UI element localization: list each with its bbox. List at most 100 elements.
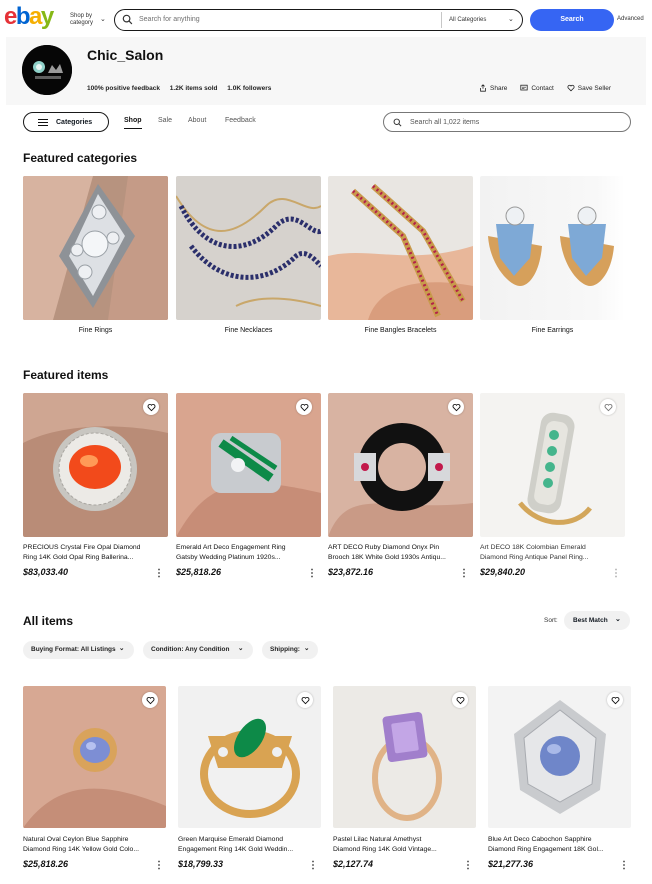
store-search-input[interactable]: Search all 1,022 items [410,119,479,126]
item-image [23,686,166,828]
item-card[interactable]: Green Marquise Emerald Diamond Engagemen… [178,686,321,876]
item-title[interactable]: Green Marquise Emerald Diamond Engagemen… [178,835,323,857]
featured-categories-title: Featured categories [23,151,138,165]
filter-buying-format[interactable]: Buying Format: All Listings ⌄ [23,641,134,659]
item-image [333,686,476,828]
category-select[interactable]: All Categories [449,17,486,23]
search-icon [122,14,133,25]
heart-icon [452,403,460,411]
more-options-icon[interactable]: ⋮ [306,569,318,579]
feedback-stat[interactable]: 100% positive feedback [87,85,160,92]
followers-stat: 1.0K followers [227,85,272,92]
sort-dropdown[interactable]: Best Match ⌄ [564,611,630,630]
watch-button[interactable] [143,399,159,415]
seller-header: Chic_Salon 100% positive feedback 1.2K i… [6,37,646,105]
watch-button[interactable] [297,692,313,708]
item-title[interactable]: Natural Oval Ceylon Blue Sapphire Diamon… [23,835,168,857]
filter-shipping[interactable]: Shipping: ⌄ [262,641,318,659]
heart-icon [456,696,464,704]
tab-about[interactable]: About [188,117,206,124]
advanced-search-link[interactable]: Advanced [617,16,644,22]
shop-by-category-button[interactable]: Shop by category ⌄ [70,13,106,27]
item-title[interactable]: Blue Art Deco Cabochon Sapphire Diamond … [488,835,633,857]
chevron-down-icon: ⌄ [100,16,106,23]
search-bar: Search for anything All Categories ⌄ [114,9,523,31]
item-card[interactable]: Art DECO 18K Colombian Emerald Diamond R… [480,393,625,583]
item-card[interactable]: Blue Art Deco Cabochon Sapphire Diamond … [488,686,631,876]
category-card[interactable]: Fine Earrings [480,176,625,338]
category-label: Fine Bangles Bracelets [364,327,437,334]
save-seller-button[interactable]: Save Seller [567,84,611,92]
category-card[interactable]: Fine Rings [23,176,168,338]
category-image [328,176,473,320]
heart-icon [611,696,619,704]
sort-label: Sort: [544,617,558,624]
seller-avatar [22,45,72,95]
more-options-icon[interactable]: ⋮ [618,861,630,871]
item-title[interactable]: Pastel Lilac Natural Amethyst Diamond Ri… [333,835,478,857]
items-sold-stat: 1.2K items sold [169,85,218,92]
item-image [480,393,625,537]
heart-icon [146,696,154,704]
category-card[interactable]: Fine Bangles Bracelets [328,176,473,338]
watch-button[interactable] [607,692,623,708]
item-card[interactable]: Natural Oval Ceylon Blue Sapphire Diamon… [23,686,166,876]
store-search[interactable]: Search all 1,022 items [383,112,631,132]
item-price: $29,840.20 [480,567,526,577]
heart-icon [301,696,309,704]
item-title[interactable]: Art DECO 18K Colombian Emerald Diamond R… [480,543,625,565]
menu-icon [38,119,48,126]
chevron-down-icon: ⌄ [508,16,514,23]
item-price: $83,033.40 [23,567,69,577]
ebay-logo[interactable]: ebay [4,3,54,31]
divider [441,12,442,28]
item-price: $21,277.36 [488,859,534,869]
item-card[interactable]: ART DECO Ruby Diamond Onyx Pin Brooch 18… [328,393,473,583]
contact-button[interactable]: Contact [520,84,554,92]
more-options-icon[interactable]: ⋮ [153,569,165,579]
tab-feedback[interactable]: Feedback [225,117,256,124]
search-button[interactable]: Search [530,9,614,31]
more-options-icon[interactable]: ⋮ [307,861,319,871]
share-button[interactable]: Share [479,84,507,92]
category-image [480,176,625,320]
item-price: $25,818.26 [176,567,222,577]
item-card[interactable]: PRECIOUS Crystal Fire Opal Diamond Ring … [23,393,168,583]
more-options-icon[interactable]: ⋮ [153,861,165,871]
item-title[interactable]: PRECIOUS Crystal Fire Opal Diamond Ring … [23,543,168,565]
seller-actions: Share Contact Save Seller [479,84,611,92]
message-icon [520,84,528,91]
item-title[interactable]: ART DECO Ruby Diamond Onyx Pin Brooch 18… [328,543,473,565]
filter-condition[interactable]: Condition: Any Condition ⌄ [143,641,253,659]
item-title[interactable]: Emerald Art Deco Engagement Ring Gatsby … [176,543,321,565]
all-items-title: All items [23,614,74,628]
item-card[interactable]: Pastel Lilac Natural Amethyst Diamond Ri… [333,686,476,876]
heart-icon [604,403,612,411]
categories-button[interactable]: Categories [23,112,109,132]
category-label: Fine Rings [78,327,113,334]
watch-button[interactable] [600,399,616,415]
chevron-down-icon: ⌄ [119,645,125,652]
more-options-icon[interactable]: ⋮ [458,569,470,579]
tab-shop[interactable]: Shop [124,117,142,129]
category-image [23,176,168,320]
category-card[interactable]: Fine Necklaces [176,176,321,338]
category-label: Fine Necklaces [224,327,273,334]
category-image [176,176,321,320]
tab-sale[interactable]: Sale [158,117,172,124]
item-card[interactable]: Emerald Art Deco Engagement Ring Gatsby … [176,393,321,583]
watch-button[interactable] [296,399,312,415]
global-header: ebay Shop by category ⌄ Search for anyth… [0,0,652,38]
item-image [23,393,168,537]
watch-button[interactable] [142,692,158,708]
chevron-down-icon: ⌄ [615,616,621,623]
watch-button[interactable] [452,692,468,708]
seller-name[interactable]: Chic_Salon [87,47,163,63]
watch-button[interactable] [448,399,464,415]
more-options-icon[interactable]: ⋮ [462,861,474,871]
chevron-down-icon: ⌄ [304,645,310,652]
search-input[interactable]: Search for anything [139,16,200,23]
heart-icon [300,403,308,411]
item-image [178,686,321,828]
more-options-icon[interactable]: ⋮ [610,569,622,579]
